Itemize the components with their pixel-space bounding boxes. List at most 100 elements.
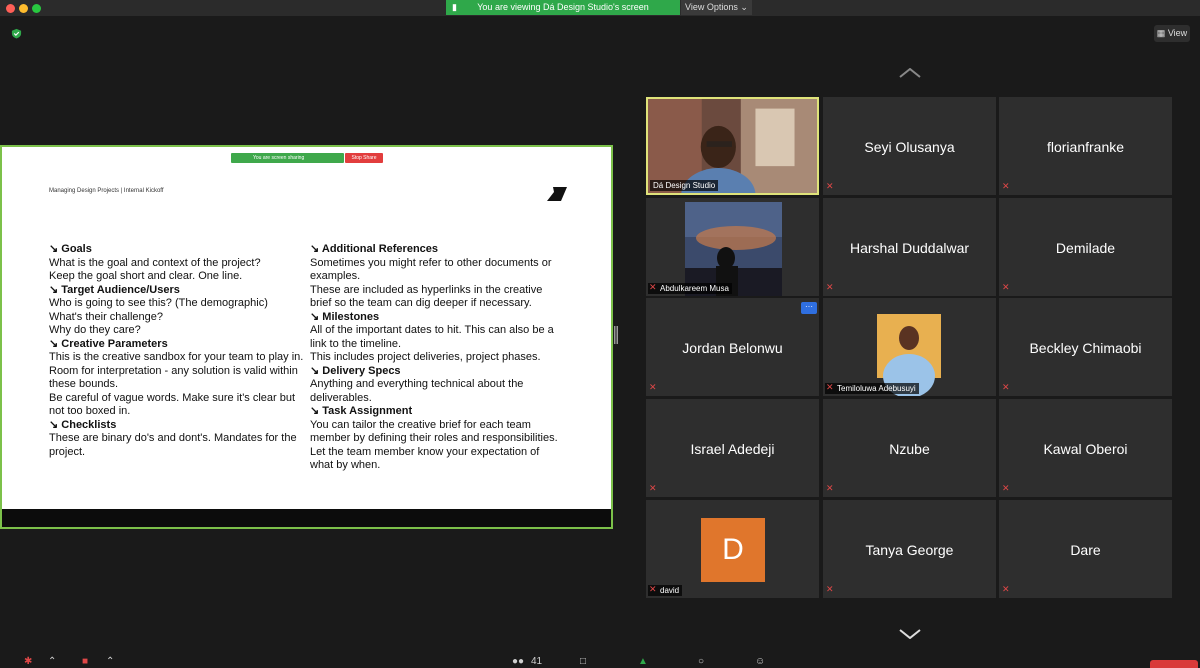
participant-tile[interactable]: Seyi Olusanya ✕ — [823, 97, 996, 195]
participant-tile[interactable]: Demilade ✕ — [999, 198, 1172, 296]
muted-mic-icon: ✕ — [649, 483, 657, 493]
inner-stop-share-button: Stop Share — [345, 153, 383, 163]
view-options-button[interactable]: View Options ⌄ — [681, 0, 752, 15]
muted-mic-icon: ✕ — [1002, 483, 1010, 493]
participant-more-button[interactable]: ··· — [801, 302, 817, 314]
section-line: Why do they care? — [49, 324, 141, 336]
section-title-text: Delivery Specs — [322, 364, 401, 377]
participant-tile[interactable]: Kawal Oberoi ✕ — [999, 399, 1172, 497]
muted-mic-icon: ✕ — [826, 483, 834, 493]
close-window-button[interactable] — [6, 4, 15, 13]
security-shield-icon[interactable] — [11, 28, 22, 39]
chevron-down-icon: ⌄ — [740, 2, 748, 12]
section-title-text: Task Assignment — [322, 405, 413, 417]
participant-name-label: Temiloluwa Adebusuyi — [825, 383, 919, 394]
section-line: These are binary do's and dont's. Mandat… — [49, 432, 297, 458]
participant-tile[interactable]: Jordan Belonwu ✕ ··· — [646, 298, 819, 396]
section-line: Sometimes you might refer to other docum… — [310, 256, 552, 283]
section-line: Who is going to see this? (The demograph… — [49, 297, 268, 309]
muted-mic-icon: ✕ — [1002, 181, 1010, 191]
section-title-text: Checklists — [61, 418, 117, 431]
participant-name: Nzube — [889, 441, 930, 457]
slide-right-column: ↘ Additional References Sometimes you mig… — [310, 243, 565, 473]
section-title-text: Additional References — [321, 243, 439, 255]
record-icon[interactable]: ○ — [698, 656, 704, 667]
section-line: What's their challenge? — [49, 310, 163, 323]
muted-mic-icon: ✕ — [1002, 584, 1010, 594]
stop-video-icon[interactable]: ■ — [82, 656, 88, 667]
arrow-down-right-icon: ↘ — [310, 364, 323, 377]
section-title: ↘ Task Assignment — [310, 405, 565, 419]
participant-tile[interactable]: Tanya George ✕ — [823, 500, 996, 598]
chat-icon[interactable]: □ — [580, 656, 586, 667]
audio-options-chevron-icon[interactable]: ⌃ — [48, 656, 56, 667]
section-title: ↘ Milestones — [310, 311, 565, 325]
participant-tile[interactable]: Harshal Duddalwar ✕ — [823, 198, 996, 296]
section-line: You can tailor the creative brief for ea… — [310, 418, 558, 445]
shared-screen[interactable]: You are screen sharing Stop Share Managi… — [0, 145, 613, 529]
arrow-down-right-icon: ↘ — [310, 243, 322, 255]
section-line: These are included as hyperlinks in the … — [310, 283, 543, 310]
share-screen-icon[interactable]: ▲ — [638, 656, 648, 667]
scroll-up-chevron-icon[interactable] — [899, 68, 921, 78]
inner-share-text: You are screen sharing — [253, 155, 305, 161]
muted-mic-icon: ✕ — [826, 282, 834, 292]
slide-header: Managing Design Projects | Internal Kick… — [49, 188, 164, 194]
participant-tile[interactable]: Temiloluwa Adebusuyi ✕ — [823, 298, 996, 396]
participant-tile[interactable]: Dá Design Studio — [646, 97, 819, 195]
participants-count: 41 — [531, 656, 543, 667]
participant-tile[interactable]: Dare ✕ — [999, 500, 1172, 598]
section-line: This includes project deliveries, projec… — [310, 351, 541, 363]
maximize-window-button[interactable] — [32, 4, 41, 13]
section-line: Anything and everything technical about … — [310, 378, 524, 404]
participant-tile[interactable]: Israel Adedeji ✕ — [646, 399, 819, 497]
muted-mic-icon: ✕ — [1002, 382, 1010, 392]
microphone-icon: ▮ — [452, 2, 457, 12]
participant-tile[interactable]: Beckley Chimaobi ✕ — [999, 298, 1172, 396]
arrow-down-right-icon: ↘ — [49, 243, 62, 255]
participant-name: Jordan Belonwu — [682, 340, 783, 356]
slide-left-column: ↘ Goals What is the goal and context of t… — [49, 243, 304, 459]
section-title: ↘ Target Audience/Users — [49, 284, 304, 298]
inner-share-indicator: You are screen sharing — [231, 153, 344, 163]
section-title: ↘ Additional References — [310, 243, 565, 257]
meeting-toolbar — [0, 652, 1200, 668]
view-layout-button[interactable]: ▦ View — [1154, 25, 1190, 42]
section-title-text: Milestones — [322, 310, 380, 323]
arrow-down-right-icon: ↘ — [49, 337, 62, 350]
banner-text: You are viewing Dá Design Studio's scree… — [477, 2, 649, 12]
arrow-down-right-icon: ↘ — [49, 418, 62, 431]
participant-tile[interactable]: Nzube ✕ — [823, 399, 996, 497]
participant-tile[interactable]: florianfranke ✕ — [999, 97, 1172, 195]
muted-mic-icon: ✕ — [649, 584, 657, 594]
view-options-label: View Options — [685, 2, 738, 12]
participant-tile[interactable]: Abdulkareem Musa ✕ — [646, 198, 819, 296]
participants-icon[interactable]: ●● — [512, 656, 524, 667]
reactions-icon[interactable]: ☺ — [755, 656, 765, 667]
participant-tile[interactable]: Ddavid ✕ — [646, 500, 819, 598]
section-line: Let the team member know your expectatio… — [310, 445, 540, 472]
resize-handle[interactable] — [614, 326, 618, 344]
profile-photo — [823, 298, 996, 396]
section-title-text: Goals — [61, 243, 92, 255]
muted-mic-icon: ✕ — [826, 181, 834, 191]
video-options-chevron-icon[interactable]: ⌃ — [106, 656, 114, 667]
screen-share-banner: ▮ You are viewing Dá Design Studio's scr… — [446, 0, 680, 15]
participant-name: Dare — [1070, 542, 1101, 558]
slide-bottom-bar — [2, 509, 611, 527]
arrow-down-right-icon: ↘ — [310, 310, 323, 323]
mute-audio-icon[interactable]: ✱ — [24, 656, 32, 667]
participant-name: Kawal Oberoi — [1043, 441, 1128, 457]
minimize-window-button[interactable] — [19, 4, 28, 13]
section-title: ↘ Creative Parameters — [49, 338, 304, 352]
participant-name: Demilade — [1055, 240, 1116, 256]
muted-mic-icon: ✕ — [1002, 282, 1010, 292]
participant-name: florianfranke — [1046, 139, 1125, 155]
participant-name: Tanya George — [865, 542, 954, 558]
participant-video — [648, 99, 817, 193]
leave-meeting-button[interactable] — [1150, 660, 1198, 668]
scroll-down-chevron-icon[interactable] — [899, 629, 921, 639]
participant-name-label: Abdulkareem Musa — [648, 283, 732, 294]
section-title: ↘ Checklists — [49, 419, 304, 433]
arrow-down-right-icon: ↘ — [310, 405, 323, 417]
